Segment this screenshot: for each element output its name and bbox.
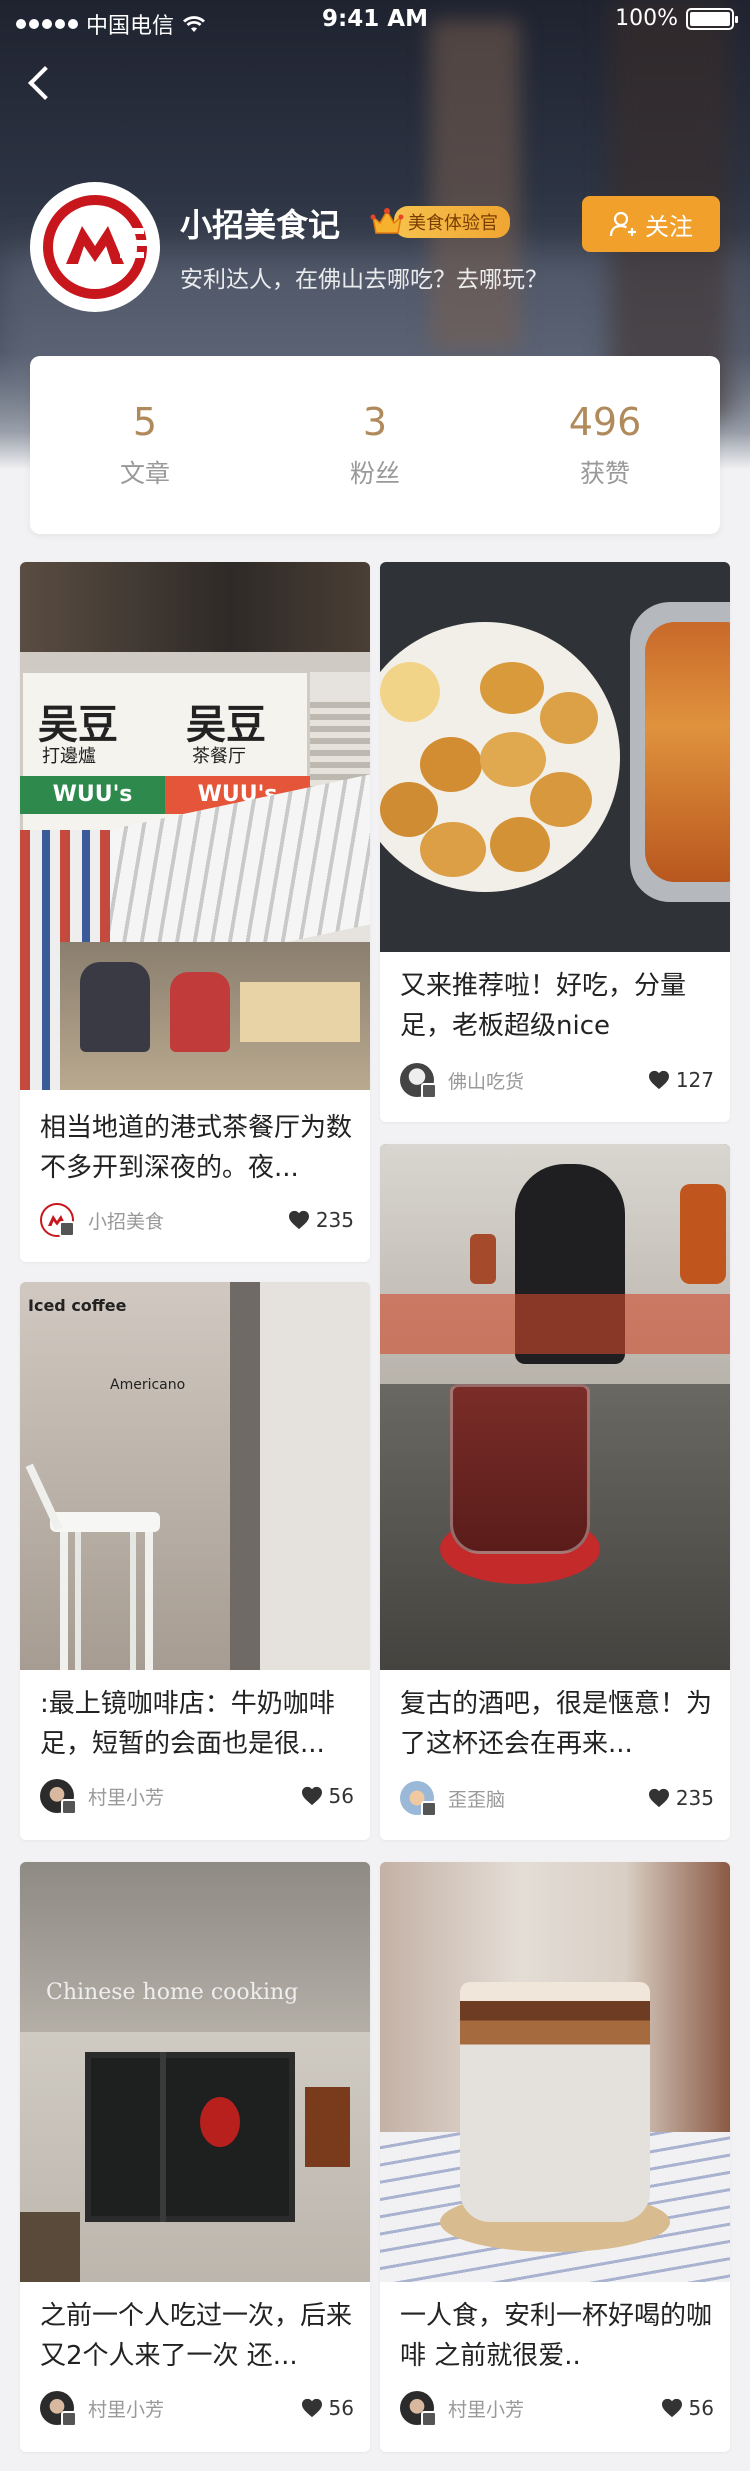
- author-avatar[interactable]: [40, 1203, 75, 1237]
- heart-icon: [661, 2398, 682, 2418]
- bank-logo-icon: [48, 1215, 66, 1226]
- feed-card[interactable]: 复古的酒吧，很是惬意！为了这杯还会在再来... 歪歪脑 235: [380, 1144, 730, 1840]
- shop-sign-subtext: 茶餐厅: [192, 746, 246, 767]
- add-user-icon: [609, 211, 636, 237]
- shop-sign-subtext: 打邊爐: [42, 746, 96, 767]
- follow-button[interactable]: 关注: [582, 196, 720, 252]
- author-name[interactable]: 佛山吃货: [448, 1067, 648, 1094]
- follow-label: 关注: [645, 212, 693, 241]
- heart-icon: [648, 1070, 669, 1090]
- heart-icon: [301, 1786, 322, 1806]
- author-avatar[interactable]: [40, 1779, 77, 1815]
- author-avatar[interactable]: [400, 1781, 437, 1817]
- card-photo: 吴豆 打邊爐 吴豆 茶餐厅 WUU's WUU's: [20, 562, 370, 1090]
- author-name[interactable]: 村里小芳: [88, 2395, 301, 2422]
- like-count[interactable]: 56: [661, 2396, 714, 2420]
- heart-icon: [301, 2398, 322, 2418]
- card-title: 之前一个人吃过一次，后来又2个人来了一次 还...: [40, 2301, 353, 2371]
- like-count-value: 56: [328, 1784, 354, 1808]
- author-avatar[interactable]: [400, 2391, 437, 2427]
- stat-followers[interactable]: 3 粉丝: [260, 356, 490, 534]
- card-meta: 小招美食 235: [40, 1202, 354, 1238]
- card-meta: 佛山吃货 127: [400, 1062, 714, 1099]
- card-title: 相当地道的港式茶餐厅为数不多开到深夜的。夜...: [40, 1113, 353, 1183]
- stat-label: 粉丝: [349, 459, 400, 488]
- stat-label: 获赞: [579, 459, 630, 488]
- back-button[interactable]: [18, 58, 62, 108]
- like-count-value: 127: [675, 1068, 714, 1092]
- battery-icon: [686, 7, 738, 30]
- card-title: 一人食，安利一杯好喝的咖啡 之前就很爱..: [400, 2301, 713, 2371]
- card-title: 复古的酒吧，很是惬意！为了这杯还会在再来...: [400, 1689, 713, 1759]
- card-title: 又来推荐啦！好吃，分量足，老板超级nice: [400, 971, 687, 1041]
- card-meta: 村里小芳 56: [400, 2390, 714, 2427]
- author-name[interactable]: 村里小芳: [448, 2395, 661, 2422]
- like-count[interactable]: 56: [301, 1784, 354, 1808]
- stat-label: 文章: [119, 459, 170, 488]
- like-count[interactable]: 235: [288, 1208, 354, 1232]
- level-badge: 美食体验官: [370, 206, 510, 238]
- bank-logo-icon: [43, 195, 148, 299]
- badge-label: 美食体验官: [394, 206, 510, 238]
- like-count[interactable]: 56: [301, 2396, 354, 2420]
- card-photo: [380, 1144, 730, 1670]
- card-title: :最上镜咖啡店：牛奶咖啡足，短暂的会面也是很...: [40, 1689, 335, 1759]
- card-meta: 歪歪脑 235: [400, 1780, 714, 1817]
- like-count[interactable]: 127: [648, 1068, 714, 1092]
- stat-likes[interactable]: 496 获赞: [490, 356, 720, 534]
- status-bar: 中国电信 9:41 AM 100%: [0, 0, 750, 40]
- feed-card[interactable]: 一人食，安利一杯好喝的咖啡 之前就很爱.. 村里小芳 56: [380, 1862, 730, 2452]
- like-count-value: 235: [675, 1786, 714, 1810]
- cafe-menu-text: Americano: [110, 1377, 186, 1393]
- heart-icon: [648, 1788, 669, 1808]
- home-sign-text: Chinese home cooking: [46, 1980, 299, 2005]
- profile-description: 安利达人，在佛山去哪吃？去哪玩？: [180, 267, 548, 293]
- like-count-value: 56: [688, 2396, 714, 2420]
- author-name[interactable]: 小招美食: [88, 1207, 288, 1234]
- card-photo: Iced coffee Americano: [20, 1282, 370, 1670]
- like-count-value: 235: [315, 1208, 354, 1232]
- feed-card[interactable]: 吴豆 打邊爐 吴豆 茶餐厅 WUU's WUU's 相当地道的港式茶餐厅为数不多…: [20, 562, 370, 1262]
- shop-brand-text: WUU's: [20, 776, 165, 814]
- card-meta: 村里小芳 56: [40, 1778, 354, 1815]
- author-avatar[interactable]: [400, 1063, 437, 1099]
- profile-avatar[interactable]: [30, 182, 160, 312]
- stat-value: 3: [362, 400, 388, 444]
- stat-value: 496: [568, 400, 642, 444]
- card-meta: 村里小芳 56: [40, 2390, 354, 2427]
- heart-icon: [288, 1210, 309, 1230]
- stat-value: 5: [132, 400, 158, 444]
- like-count[interactable]: 235: [648, 1786, 714, 1810]
- feed-card[interactable]: Chinese home cooking 之前一个人吃过一次，后来又2个人来了一…: [20, 1862, 370, 2452]
- feed-card[interactable]: Iced coffee Americano :最上镜咖啡店：牛奶咖啡足，短暂的会…: [20, 1282, 370, 1840]
- author-name[interactable]: 村里小芳: [88, 1783, 301, 1810]
- cafe-menu-text: Iced coffee: [28, 1296, 127, 1315]
- card-photo: Chinese home cooking: [20, 1862, 370, 2282]
- author-avatar[interactable]: [40, 2391, 77, 2427]
- crown-icon: [370, 208, 404, 234]
- card-photo: [380, 562, 730, 952]
- stats-card: 5 文章 3 粉丝 496 获赞: [30, 356, 720, 534]
- battery-percent: 100%: [615, 6, 678, 31]
- card-photo: [380, 1862, 730, 2282]
- profile-name: 小招美食记: [180, 206, 341, 244]
- stat-articles[interactable]: 5 文章: [30, 356, 260, 534]
- author-name[interactable]: 歪歪脑: [448, 1785, 648, 1812]
- feed-card[interactable]: 又来推荐啦！好吃，分量足，老板超级nice 佛山吃货 127: [380, 562, 730, 1122]
- like-count-value: 56: [328, 2396, 354, 2420]
